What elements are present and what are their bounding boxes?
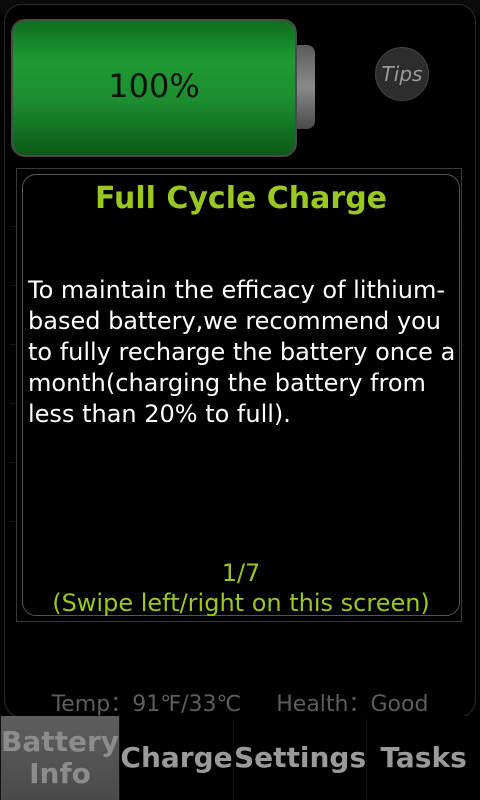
- health-readout: Health：Good: [276, 692, 429, 717]
- tab-label: Battery Info: [1, 725, 120, 790]
- battery-icon: 100%: [11, 19, 297, 157]
- temperature-readout: Temp：91℉/33℃: [51, 692, 242, 717]
- tab-bar: Battery Info Charge Settings Tasks: [0, 716, 480, 800]
- tab-battery-info[interactable]: Battery Info: [0, 716, 120, 800]
- tips-dialog[interactable]: Full Cycle Charge To maintain the effica…: [22, 174, 460, 617]
- battery-level: 100%: [108, 67, 200, 105]
- battery-cap: [297, 45, 315, 129]
- tab-label: Tasks: [380, 741, 467, 774]
- tab-tasks[interactable]: Tasks: [366, 716, 480, 800]
- tab-charge[interactable]: Charge: [119, 716, 233, 800]
- tips-button[interactable]: Tips: [375, 47, 429, 101]
- tab-label: Charge: [120, 741, 233, 774]
- tab-settings[interactable]: Settings: [232, 716, 367, 800]
- dialog-title: Full Cycle Charge: [94, 181, 388, 216]
- swipe-hint: (Swipe left/right on this screen): [52, 589, 430, 617]
- tab-label: Settings: [233, 741, 367, 774]
- dialog-body: To maintain the efficacy of lithium-base…: [28, 276, 456, 428]
- page-indicator: 1/7: [221, 559, 261, 587]
- footer-info: Temp：91℉/33℃ Health：Good: [0, 686, 480, 718]
